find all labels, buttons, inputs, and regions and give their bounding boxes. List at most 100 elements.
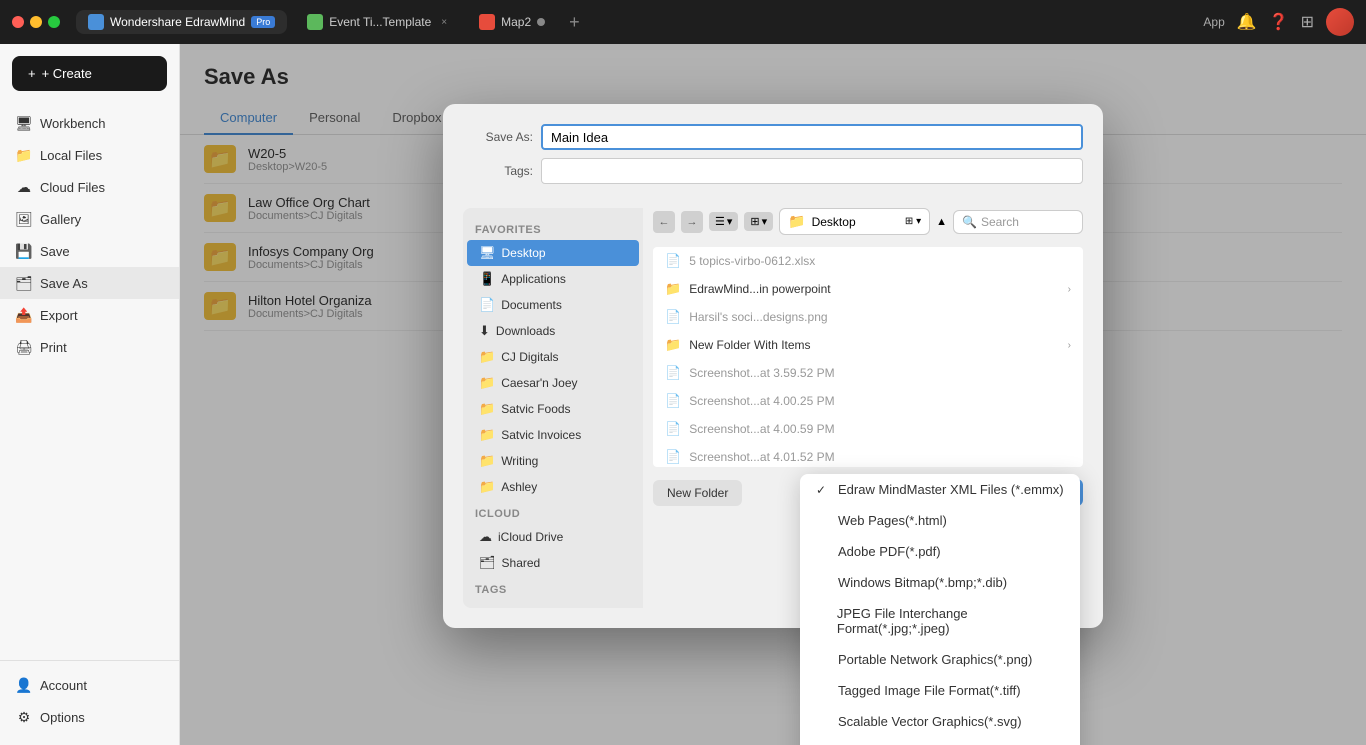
finder-satvic-foods-label: Satvic Foods	[501, 402, 570, 416]
minimize-button[interactable]	[30, 16, 42, 28]
sidebar-item-gallery[interactable]: 🖼 Gallery	[0, 203, 179, 235]
location-dropdown[interactable]: 📁 Desktop ⊞ ▾	[779, 208, 930, 235]
grid-icon[interactable]: ⊞	[1301, 12, 1314, 32]
browser-item-label: Screenshot...at 3.59.52 PM	[689, 366, 834, 380]
tab-edrawmind[interactable]: Wondershare EdrawMind Pro	[76, 10, 287, 34]
app-button[interactable]: App	[1203, 15, 1224, 29]
finder-item-writing[interactable]: 📁 Writing	[467, 448, 639, 474]
format-item-jpg[interactable]: JPEG File Interchange Format(*.jpg;*.jpe…	[800, 598, 1080, 644]
format-label: Scalable Vector Graphics(*.svg)	[838, 714, 1022, 729]
sidebar-item-account[interactable]: 👤 Account	[0, 669, 179, 701]
finder-item-documents[interactable]: 📄 Documents	[467, 292, 639, 318]
pro-badge: Pro	[251, 16, 275, 28]
search-box[interactable]: 🔍 Search	[953, 210, 1083, 234]
location-bar: ← → ☰ ▾ ⊞ ▾ 📁	[653, 208, 1083, 235]
browser-item-label: Screenshot...at 4.01.52 PM	[689, 450, 834, 464]
icloud-section-title: iCloud	[463, 500, 643, 524]
finder-item-downloads[interactable]: ⬇ Downloads	[467, 318, 639, 344]
format-label: Web Pages(*.html)	[838, 513, 947, 528]
browser-item-label: Screenshot...at 4.00.25 PM	[689, 394, 834, 408]
finder-item-icloud-drive[interactable]: ☁ iCloud Drive	[467, 524, 639, 550]
tab-event[interactable]: Event Ti...Template ×	[295, 10, 459, 34]
content-area: Save As Computer Personal Dropbox 📁 W20-…	[180, 44, 1366, 745]
save-label: Save	[40, 244, 70, 259]
back-button[interactable]: ←	[653, 211, 675, 233]
format-item-docx[interactable]: Word Format(*.docx)	[800, 737, 1080, 745]
finder-item-cj-digitals[interactable]: 📁 CJ Digitals	[467, 344, 639, 370]
folder-icon: 📁	[665, 281, 681, 297]
finder-item-shared[interactable]: 🗂 Shared	[467, 550, 639, 576]
format-item-bmp[interactable]: Windows Bitmap(*.bmp;*.dib)	[800, 567, 1080, 598]
finder-downloads-label: Downloads	[496, 324, 555, 338]
finder-caesarn-joey-label: Caesar'n Joey	[501, 376, 577, 390]
finder-item-ashley[interactable]: 📁 Ashley	[467, 474, 639, 500]
format-item-tiff[interactable]: Tagged Image File Format(*.tiff)	[800, 675, 1080, 706]
browser-item-new-folder[interactable]: 📁 New Folder With Items ›	[653, 331, 1083, 359]
maximize-button[interactable]	[48, 16, 60, 28]
print-icon: 🖨	[16, 339, 32, 355]
icon-view-button[interactable]: ⊞ ▾	[744, 212, 773, 231]
ashley-icon: 📁	[479, 479, 495, 495]
forward-button[interactable]: →	[681, 211, 703, 233]
list-view-button[interactable]: ☰ ▾	[709, 212, 738, 231]
browser-item-ss2[interactable]: 📄 Screenshot...at 4.00.25 PM	[653, 387, 1083, 415]
filename-input[interactable]	[541, 124, 1083, 150]
save-as-row: Save As:	[463, 124, 1083, 150]
save-icon: 💾	[16, 243, 32, 259]
sidebar-item-cloud-files[interactable]: ☁ Cloud Files	[0, 171, 179, 203]
new-folder-button[interactable]: New Folder	[653, 480, 742, 506]
browser-item-ss3[interactable]: 📄 Screenshot...at 4.00.59 PM	[653, 415, 1083, 443]
local-files-label: Local Files	[40, 148, 102, 163]
format-label: Adobe PDF(*.pdf)	[838, 544, 941, 559]
finder-item-caesarn-joey[interactable]: 📁 Caesar'n Joey	[467, 370, 639, 396]
create-button[interactable]: + + Create	[12, 56, 167, 91]
finder-sidebar: Favorites 🖥 Desktop 📱 Applications 📄 Doc…	[463, 208, 643, 608]
tab-map2[interactable]: Map2	[467, 10, 557, 34]
user-avatar[interactable]	[1326, 8, 1354, 36]
browser-item-5topics[interactable]: 📄 5 topics-virbo-0612.xlsx	[653, 247, 1083, 275]
dialog-overlay: Save As: Tags: Favorites 🖥	[180, 44, 1366, 745]
export-icon: 📤	[16, 307, 32, 323]
location-dropdown-arrow: ⊞ ▾	[905, 216, 921, 227]
sidebar-item-workbench[interactable]: 🖥 Workbench	[0, 107, 179, 139]
sidebar-item-export[interactable]: 📤 Export	[0, 299, 179, 331]
finder-item-applications[interactable]: 📱 Applications	[467, 266, 639, 292]
sidebar-item-print[interactable]: 🖨 Print	[0, 331, 179, 363]
map-icon	[479, 14, 495, 30]
file-browser[interactable]: 📄 5 topics-virbo-0612.xlsx 📁 EdrawMind..…	[653, 247, 1083, 467]
sidebar-item-local-files[interactable]: 📁 Local Files	[0, 139, 179, 171]
browser-item-ss4[interactable]: 📄 Screenshot...at 4.01.52 PM	[653, 443, 1083, 467]
notification-icon[interactable]: 🔔	[1237, 12, 1257, 32]
titlebar: Wondershare EdrawMind Pro Event Ti...Tem…	[0, 0, 1366, 44]
close-button[interactable]	[12, 16, 24, 28]
main-layout: + + Create 🖥 Workbench 📁 Local Files ☁ C…	[0, 44, 1366, 745]
format-label: Windows Bitmap(*.bmp;*.dib)	[838, 575, 1007, 590]
browser-item-ss1[interactable]: 📄 Screenshot...at 3.59.52 PM	[653, 359, 1083, 387]
tags-input[interactable]	[541, 158, 1083, 184]
format-item-html[interactable]: Web Pages(*.html)	[800, 505, 1080, 536]
browser-item-edrawmind[interactable]: 📁 EdrawMind...in powerpoint ›	[653, 275, 1083, 303]
help-icon[interactable]: ❓	[1269, 12, 1289, 32]
finder-desktop-label: Desktop	[502, 246, 546, 260]
sidebar-item-save[interactable]: 💾 Save	[0, 235, 179, 267]
finder-icloud-drive-label: iCloud Drive	[498, 530, 563, 544]
format-item-png[interactable]: Portable Network Graphics(*.png)	[800, 644, 1080, 675]
finder-writing-label: Writing	[501, 454, 538, 468]
sidebar-item-save-as[interactable]: 🗂 Save As	[0, 267, 179, 299]
finder-satvic-invoices-label: Satvic Invoices	[501, 428, 581, 442]
file-icon: 📄	[665, 365, 681, 381]
event-icon	[307, 14, 323, 30]
format-item-svg[interactable]: Scalable Vector Graphics(*.svg)	[800, 706, 1080, 737]
finder-item-desktop[interactable]: 🖥 Desktop	[467, 240, 639, 266]
tab-event-close[interactable]: ×	[441, 17, 447, 28]
finder-item-satvic-invoices[interactable]: 📁 Satvic Invoices	[467, 422, 639, 448]
browser-item-harsil[interactable]: 📄 Harsil's soci...designs.png	[653, 303, 1083, 331]
applications-icon: 📱	[479, 271, 495, 287]
format-item-emmx[interactable]: ✓ Edraw MindMaster XML Files (*.emmx)	[800, 474, 1080, 505]
expand-button[interactable]: ▲	[936, 216, 947, 228]
sidebar-item-options[interactable]: ⚙ Options	[0, 701, 179, 733]
format-item-pdf[interactable]: Adobe PDF(*.pdf)	[800, 536, 1080, 567]
finder-item-satvic-foods[interactable]: 📁 Satvic Foods	[467, 396, 639, 422]
add-tab-button[interactable]: +	[569, 12, 580, 33]
folder-arrow-icon: ›	[1068, 340, 1071, 351]
